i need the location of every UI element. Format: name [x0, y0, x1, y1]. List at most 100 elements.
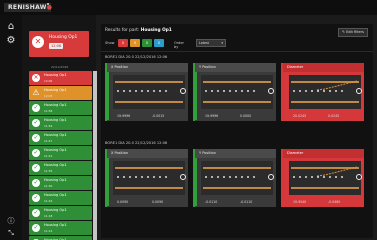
card-title: X Position — [107, 149, 188, 158]
brand-name: RENISHAW — [8, 4, 47, 11]
measured-value: 19.9996 — [117, 114, 131, 118]
part-name: Housing Op1 — [44, 73, 67, 77]
data-point — [123, 176, 125, 178]
scrollbar[interactable] — [93, 71, 97, 240]
data-point — [211, 90, 213, 92]
trend-plot — [107, 158, 186, 206]
tolerance-band — [291, 187, 359, 189]
data-point — [311, 90, 313, 92]
list-item[interactable]: ✓Housing Op111:06 — [29, 236, 92, 240]
data-point — [253, 90, 255, 92]
list-item[interactable]: ✓ Housing Op1 11:41 — [29, 146, 92, 160]
tolerance-band — [203, 101, 271, 103]
data-point — [299, 90, 301, 92]
expand-icon[interactable]: ⤡ — [5, 227, 17, 239]
list-item[interactable]: ✓ Housing Op1 11:18 — [29, 206, 92, 220]
data-point — [147, 90, 149, 92]
home-icon[interactable]: ⌂ — [5, 21, 17, 33]
measured-value: -0.0110 — [205, 200, 218, 204]
card-footer: 19.9540 -0.0460 — [283, 197, 364, 207]
tolerance-band — [115, 81, 183, 83]
show-label: Show — [105, 41, 115, 45]
data-point — [341, 90, 343, 92]
data-point — [235, 176, 237, 178]
check-icon: ✓ — [32, 149, 40, 157]
data-points — [293, 176, 355, 180]
card-title: Diameter — [283, 63, 364, 72]
list-item[interactable]: ✕ Housing Op1 12:06 — [29, 71, 92, 85]
selected-part-card[interactable]: ✕ Housing Op1 12:06 — [29, 31, 89, 57]
part-name: Housing Op1 — [44, 148, 67, 152]
list-item[interactable]: ✓ Housing Op1 11:58 — [29, 101, 92, 115]
data-point — [253, 176, 255, 178]
measured-value: 0.0090 — [117, 200, 129, 204]
list-date: 22/12/2016 — [51, 65, 69, 69]
part-name: Housing Op1 — [44, 208, 67, 212]
deviation-value: 0.0090 — [152, 200, 164, 204]
list-item[interactable]: ✓ Housing Op1 11:52 — [29, 116, 92, 130]
data-point — [129, 176, 131, 178]
measurement-card[interactable]: Y Position -0.0110 -0.0110 — [193, 149, 276, 207]
data-points — [205, 90, 267, 94]
data-point — [329, 176, 331, 178]
data-point — [205, 176, 207, 178]
data-point — [335, 90, 337, 92]
data-point — [211, 176, 213, 178]
data-point — [241, 90, 243, 92]
list-item[interactable]: ⚠ Housing Op1 12:03 — [29, 86, 92, 100]
selected-part-title: Housing Op1 — [49, 35, 78, 40]
data-point — [141, 176, 143, 178]
deviation-value: -0.0460 — [328, 200, 341, 204]
data-point — [293, 176, 295, 178]
selected-part-time: 12:06 — [49, 43, 64, 49]
part-time: 11:24 — [44, 199, 53, 203]
list-item[interactable]: ✓ Housing Op1 11:35 — [29, 161, 92, 175]
part-sidebar: ✕ Housing Op1 12:06 22/12/2016 ✕ Housing … — [22, 15, 97, 240]
data-point — [247, 176, 249, 178]
part-time: 11:47 — [44, 139, 53, 143]
tolerance-band — [115, 187, 183, 189]
deviation-value: 0.0000 — [240, 114, 252, 118]
info-icon[interactable]: ⓘ — [5, 215, 17, 227]
deviation-value: 0.0245 — [328, 114, 340, 118]
data-point — [293, 90, 295, 92]
filter-chip-fail[interactable]: 0 — [118, 39, 128, 47]
list-item[interactable]: ✓ Housing Op1 11:30 — [29, 176, 92, 190]
list-item[interactable]: ✓ Housing Op1 11:24 — [29, 191, 92, 205]
data-point — [217, 176, 219, 178]
trend-plot — [107, 72, 186, 120]
brand-logo: RENISHAW ● — [4, 3, 52, 12]
part-time: 11:58 — [44, 109, 53, 113]
left-nav: ⌂ ⚙ ⓘ ⤡ — [0, 15, 22, 240]
measured-value: 20.0245 — [293, 114, 307, 118]
data-point — [159, 176, 161, 178]
data-point — [223, 176, 225, 178]
tolerance-band — [291, 101, 359, 103]
measurement-card[interactable]: Y Position 19.9996 0.0000 — [193, 63, 276, 121]
filter-chip-warning[interactable]: 0 — [130, 39, 140, 47]
part-name: Housing Op1 — [44, 178, 67, 182]
filter-chip-info[interactable]: 0 — [154, 39, 164, 47]
measurement-card[interactable]: Diameter 20.0245 0.0245 — [281, 63, 364, 121]
measurement-card[interactable]: X Position 19.9996 -0.0015 — [105, 63, 188, 121]
measurement-card[interactable]: X Position 0.0090 0.0090 — [105, 149, 188, 207]
gear-icon[interactable]: ⚙ — [5, 35, 17, 47]
part-name: Housing Op1 — [44, 133, 67, 137]
tolerance-band — [115, 167, 183, 169]
list-item[interactable]: ✓ Housing Op1 11:12 — [29, 221, 92, 235]
card-footer: 19.9996 0.0000 — [195, 111, 276, 121]
data-point — [341, 176, 343, 178]
list-item[interactable]: ✓ Housing Op1 11:47 — [29, 131, 92, 145]
order-select[interactable]: Latest ▾ — [196, 39, 226, 47]
data-point — [317, 176, 319, 178]
data-point — [235, 90, 237, 92]
measurement-card[interactable]: Diameter 19.9540 -0.0460 — [281, 149, 364, 207]
trend-plot — [283, 72, 362, 120]
data-point — [317, 90, 319, 92]
data-point — [305, 176, 307, 178]
filter-chip-pass[interactable]: 0 — [142, 39, 152, 47]
edit-filters-button[interactable]: ✎ Edit filters — [338, 28, 368, 37]
part-name: Housing Op1 — [44, 88, 67, 92]
data-points — [117, 176, 179, 180]
part-time: 11:52 — [44, 124, 53, 128]
